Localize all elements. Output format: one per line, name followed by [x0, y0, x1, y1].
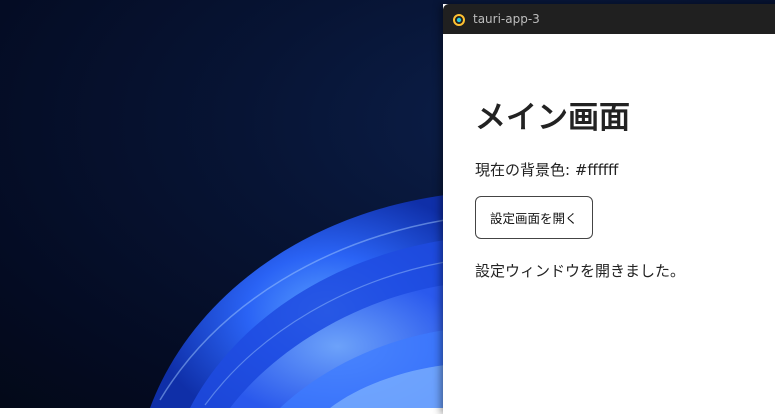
app-window: tauri-app-3 メイン画面 現在の背景色: #ffffff 設定画面を開… — [443, 4, 775, 414]
window-title: tauri-app-3 — [473, 12, 540, 26]
open-settings-button[interactable]: 設定画面を開く — [475, 196, 593, 239]
page-title: メイン画面 — [475, 100, 630, 136]
background-color-label: 現在の背景色: #ffffff — [475, 161, 619, 179]
tauri-icon — [452, 12, 466, 26]
main-content: メイン画面 現在の背景色: #ffffff 設定画面を開く 設定ウィンドウを開き… — [443, 34, 775, 281]
window-titlebar[interactable]: tauri-app-3 — [443, 4, 775, 34]
status-message: 設定ウィンドウを開きました。 — [475, 262, 686, 280]
